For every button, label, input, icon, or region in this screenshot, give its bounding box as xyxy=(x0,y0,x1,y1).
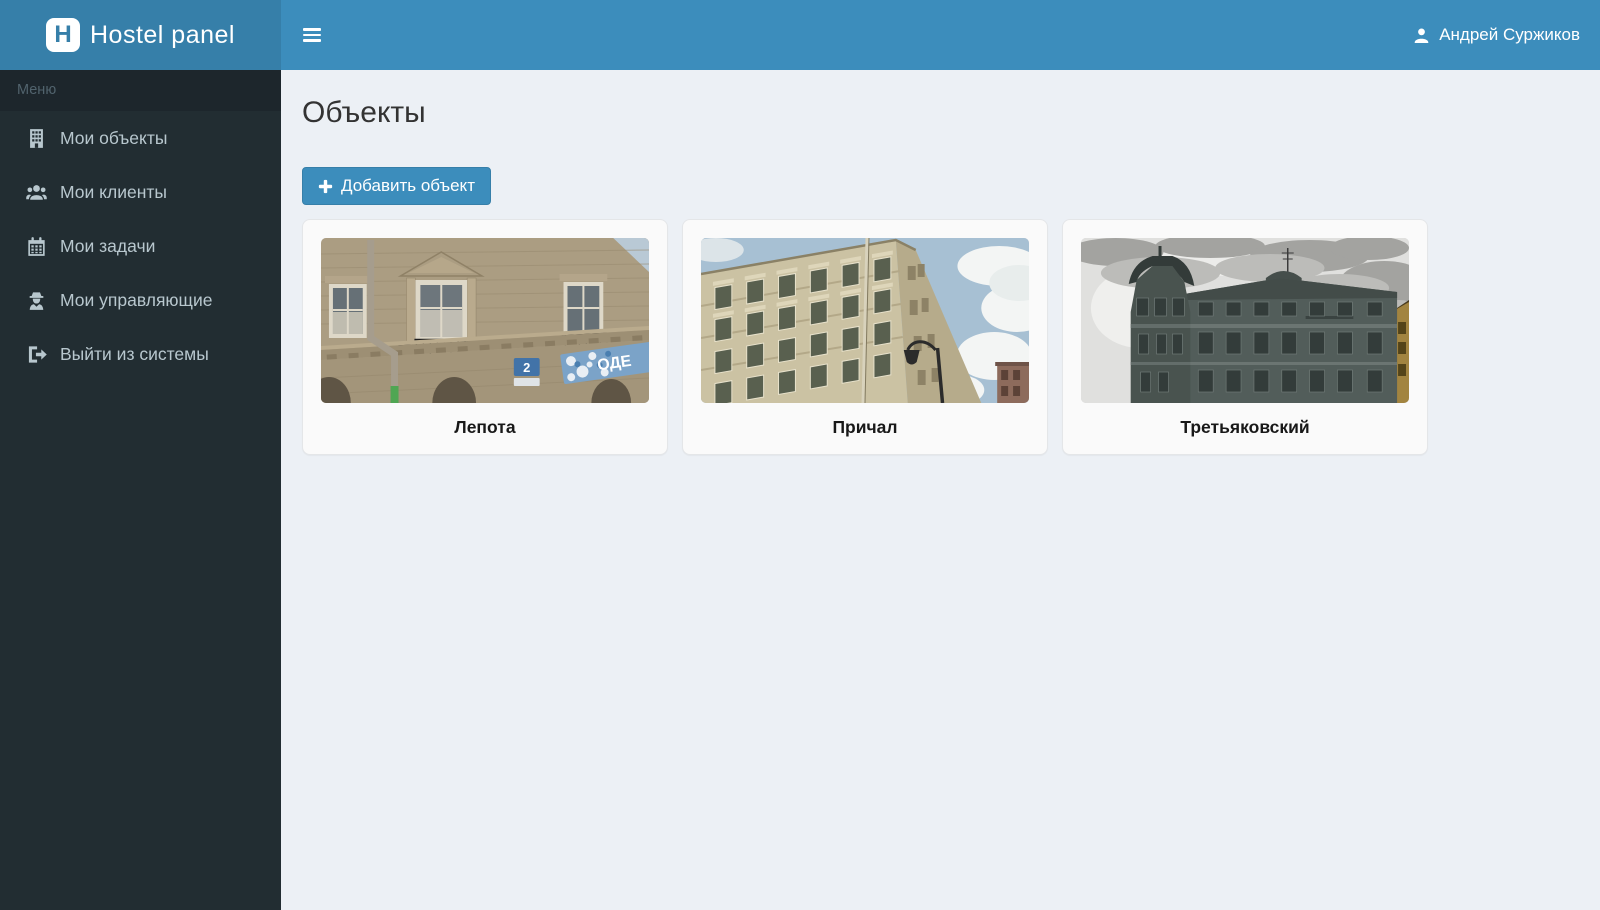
object-card-tretyakovsky[interactable]: Третьяковский xyxy=(1062,219,1428,455)
sidebar-item-label: Мои управляющие xyxy=(60,290,212,311)
sidebar-item-label: Выйти из системы xyxy=(60,344,209,365)
sidebar-item-my-objects[interactable]: Мои объекты xyxy=(0,111,281,165)
objects-grid: ОДЕ 2 Лепота xyxy=(302,219,1578,455)
h-square-icon: H xyxy=(46,18,80,52)
user-icon xyxy=(1413,27,1430,44)
plus-icon xyxy=(318,179,333,194)
navbar-main: Андрей Суржиков xyxy=(281,0,1600,70)
object-photo: ОДЕ 2 xyxy=(321,238,649,403)
sidebar-item-label: Мои объекты xyxy=(60,128,167,149)
object-photo xyxy=(1081,238,1409,403)
object-name: Третьяковский xyxy=(1081,403,1409,454)
user-name: Андрей Суржиков xyxy=(1439,25,1580,45)
object-photo xyxy=(701,238,1029,403)
object-card-prichal[interactable]: Причал xyxy=(682,219,1048,455)
photo-plaque-text: 2 xyxy=(523,360,530,375)
main-content: Объекты Добавить объект xyxy=(281,70,1600,910)
object-name: Причал xyxy=(701,403,1029,454)
sidebar-item-my-managers[interactable]: Мои управляющие xyxy=(0,273,281,327)
sidebar-item-label: Мои задачи xyxy=(60,236,155,257)
user-menu[interactable]: Андрей Суржиков xyxy=(1413,25,1580,45)
sidebar-item-label: Мои клиенты xyxy=(60,182,167,203)
brand-link[interactable]: H Hostel panel xyxy=(0,0,281,70)
object-name: Лепота xyxy=(321,403,649,454)
sidebar-item-my-clients[interactable]: Мои клиенты xyxy=(0,165,281,219)
brand-initial: H xyxy=(54,23,71,47)
sidebar-toggle-button[interactable] xyxy=(301,17,323,53)
calendar-icon xyxy=(26,236,47,257)
sidebar: Меню Мои объекты Мои клиенты Мои задачи xyxy=(0,70,281,910)
sidebar-item-my-tasks[interactable]: Мои задачи xyxy=(0,219,281,273)
brand-title: Hostel panel xyxy=(90,21,235,50)
app-root: H Hostel panel Андрей Суржиков Меню Мо xyxy=(0,0,1600,910)
page-title: Объекты xyxy=(302,96,1578,130)
sign-out-icon xyxy=(26,344,47,365)
users-icon xyxy=(26,182,47,203)
sidebar-header: Меню xyxy=(0,70,281,111)
user-secret-icon xyxy=(26,290,47,311)
add-object-button-label: Добавить объект xyxy=(341,176,475,196)
hamburger-icon xyxy=(303,28,321,42)
add-object-button[interactable]: Добавить объект xyxy=(302,167,491,205)
object-card-lepota[interactable]: ОДЕ 2 Лепота xyxy=(302,219,668,455)
building-icon xyxy=(26,128,47,149)
top-navbar: H Hostel panel Андрей Суржиков xyxy=(0,0,1600,70)
sidebar-item-logout[interactable]: Выйти из системы xyxy=(0,327,281,381)
